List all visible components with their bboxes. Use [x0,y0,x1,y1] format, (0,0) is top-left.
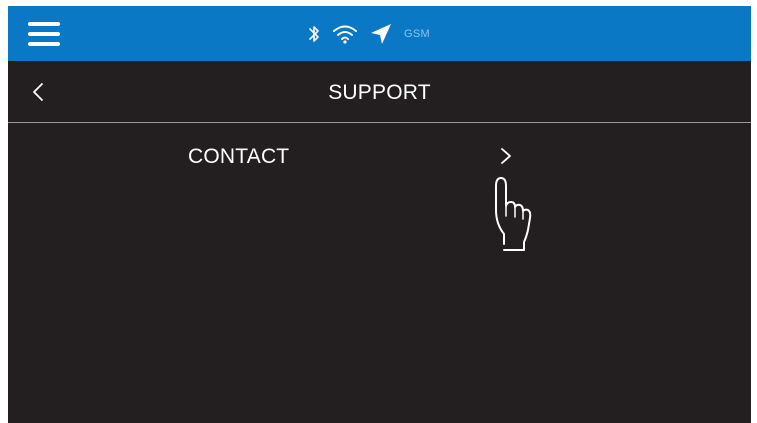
network-label: GSM [404,28,430,40]
page-title: SUPPORT [328,81,431,104]
menu-item-label: CONTACT [188,145,290,168]
bluetooth-icon [308,24,320,44]
header: SUPPORT [8,61,751,123]
hamburger-menu-button[interactable] [28,21,60,47]
menu-line [28,22,60,26]
location-arrow-icon [370,23,392,45]
menu-line [28,42,60,46]
status-icons: GSM [308,21,430,47]
chevron-right-icon [501,148,511,164]
menu-line [28,32,60,36]
menu-item-contact[interactable]: CONTACT [8,123,751,183]
device-screen: GSM SUPPORT CONTACT [8,6,751,423]
wifi-icon [332,24,358,44]
status-bar: GSM [8,6,751,61]
pointing-hand-icon [495,177,532,251]
